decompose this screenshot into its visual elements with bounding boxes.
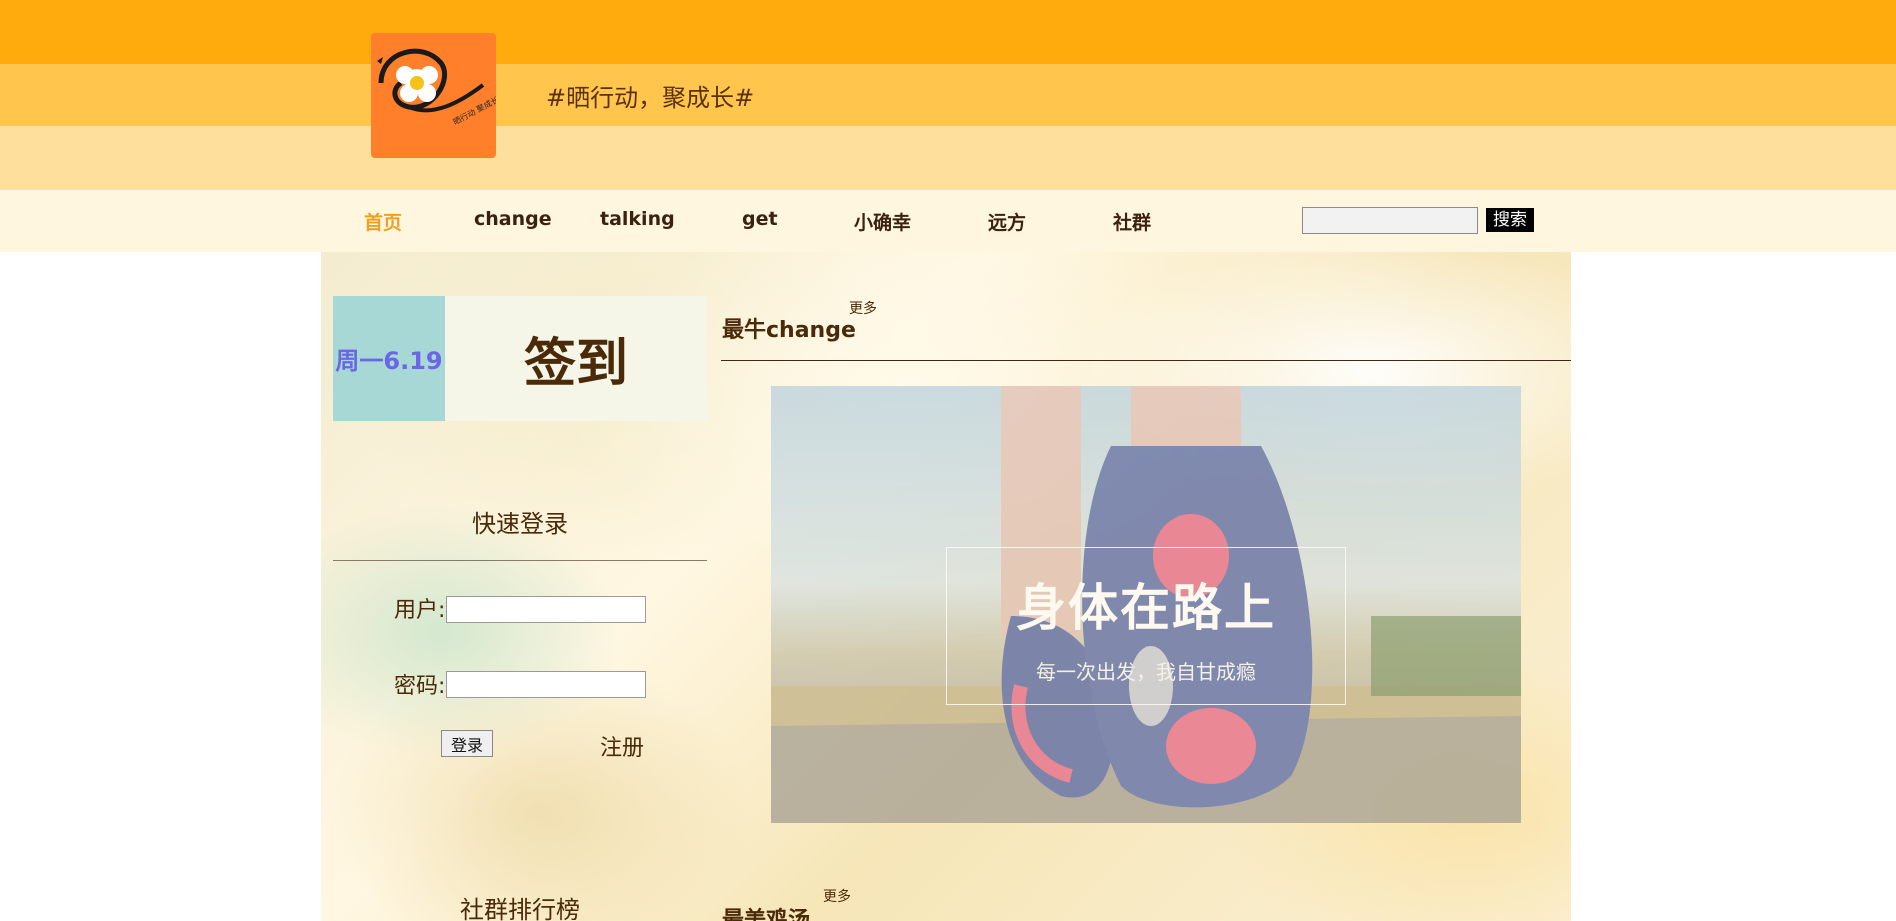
flower-logo-icon: 晒行动 聚成长 [377,48,496,127]
nav-bar [0,190,1896,252]
section-divider [721,360,1571,361]
nav-item-little-happiness[interactable]: 小确幸 [854,208,911,235]
main-content: 周一6.19 签到 快速登录 用户: 密码: 登录 注册 社群排行榜 最牛cha… [321,252,1571,921]
date-display: 周一6.19 [333,296,445,421]
nav-item-talking[interactable]: talking [600,208,675,230]
site-slogan: #晒行动，聚成长# [546,84,755,112]
password-field[interactable] [446,671,646,698]
section-title-best-change: 最牛change [722,318,856,343]
header-band-bottom [0,126,1896,190]
more-link-best-change[interactable]: 更多 [849,298,877,318]
login-divider [333,560,707,561]
section-title-best-soup: 最美鸡汤 [722,908,811,921]
site-logo[interactable]: 晒行动 聚成长 [371,33,496,158]
banner-title: 身体在路上 [1016,579,1276,637]
more-link-best-soup[interactable]: 更多 [823,886,851,906]
header-band-middle [0,64,1896,126]
search-input[interactable] [1302,207,1478,234]
register-link[interactable]: 注册 [600,730,644,762]
nav-item-get[interactable]: get [742,208,778,230]
banner-image[interactable]: 身体在路上 每一次出发，我自甘成瘾 [771,386,1521,823]
nav-item-community[interactable]: 社群 [1113,208,1151,235]
nav-item-change[interactable]: change [474,208,552,230]
checkin-button[interactable]: 签到 [445,296,707,421]
community-ranking-title: 社群排行榜 [460,896,580,921]
username-field[interactable] [446,596,646,623]
username-label: 用户: [394,598,446,623]
quick-login-title: 快速登录 [472,510,568,538]
nav-item-distance[interactable]: 远方 [988,208,1026,235]
banner-subtitle: 每一次出发，我自甘成瘾 [1036,660,1256,684]
password-label: 密码: [394,674,446,699]
header-band-top [0,0,1896,64]
nav-item-home[interactable]: 首页 [364,208,402,235]
search-button[interactable]: 搜索 [1486,208,1534,232]
login-button[interactable]: 登录 [441,730,493,757]
